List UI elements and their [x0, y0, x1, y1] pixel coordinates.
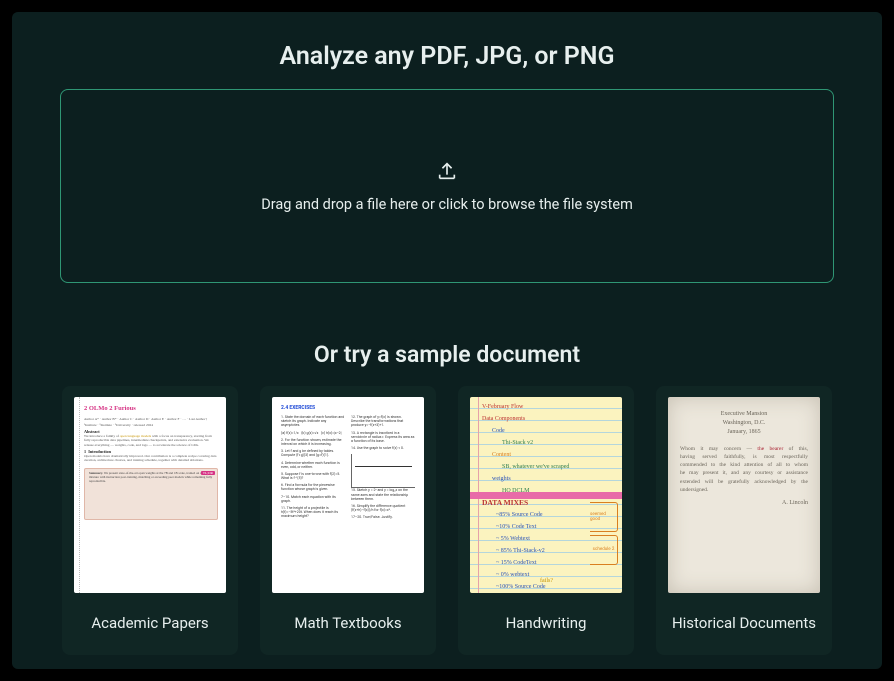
thumb-callout-tag: TL;DR — [201, 471, 215, 475]
thumb-title: 2 OLMo 2 Furious — [84, 405, 218, 413]
file-dropzone[interactable]: Drag and drop a file here or click to br… — [60, 89, 834, 283]
sample-math-textbooks[interactable]: 2.4 EXERCISES 1. State the domain of eac… — [260, 386, 436, 655]
sample-label: Handwriting — [506, 603, 587, 643]
bracket-annotation: schedule 2 — [590, 535, 618, 565]
bracket-annotation: seemed good — [590, 502, 618, 532]
thumb-callout: TL;DR Summary. We present state-of-the-a… — [84, 468, 218, 520]
thumb-section-heading: 2.4 EXERCISES — [281, 405, 415, 411]
thumb-signature: A. Lincoln — [680, 500, 808, 507]
sample-thumbnail: V-February Flow Data Components Code Thi… — [470, 397, 622, 593]
app-panel: Analyze any PDF, JPG, or PNG Drag and dr… — [12, 12, 882, 669]
caret-note: fails? — [540, 578, 553, 585]
upload-icon — [436, 160, 458, 186]
sample-label: Academic Papers — [91, 603, 208, 643]
thumb-authors: Author A* · Author B* · Author C · Autho… — [84, 417, 218, 421]
sample-academic-papers[interactable]: 2 OLMo 2 Furious Author A* · Author B* ·… — [62, 386, 238, 655]
sample-thumbnail: 2.4 EXERCISES 1. State the domain of eac… — [272, 397, 424, 593]
sample-handwriting[interactable]: V-February Flow Data Components Code Thi… — [458, 386, 634, 655]
highlight-bar — [470, 492, 622, 499]
dropzone-instruction: Drag and drop a file here or click to br… — [261, 196, 633, 213]
page-title: Analyze any PDF, JPG, or PNG — [60, 42, 834, 71]
samples-row: 2 OLMo 2 Furious Author A* · Author B* ·… — [60, 386, 834, 655]
samples-heading: Or try a sample document — [60, 341, 834, 368]
sample-label: Math Textbooks — [294, 603, 401, 643]
sample-historical-documents[interactable]: Executive Mansion Washington, D.C. Janua… — [656, 386, 832, 655]
thumb-graph — [351, 454, 415, 488]
sample-thumbnail: 2 OLMo 2 Furious Author A* · Author B* ·… — [74, 397, 226, 593]
sample-label: Historical Documents — [672, 603, 816, 643]
sample-thumbnail: Executive Mansion Washington, D.C. Janua… — [668, 397, 820, 593]
